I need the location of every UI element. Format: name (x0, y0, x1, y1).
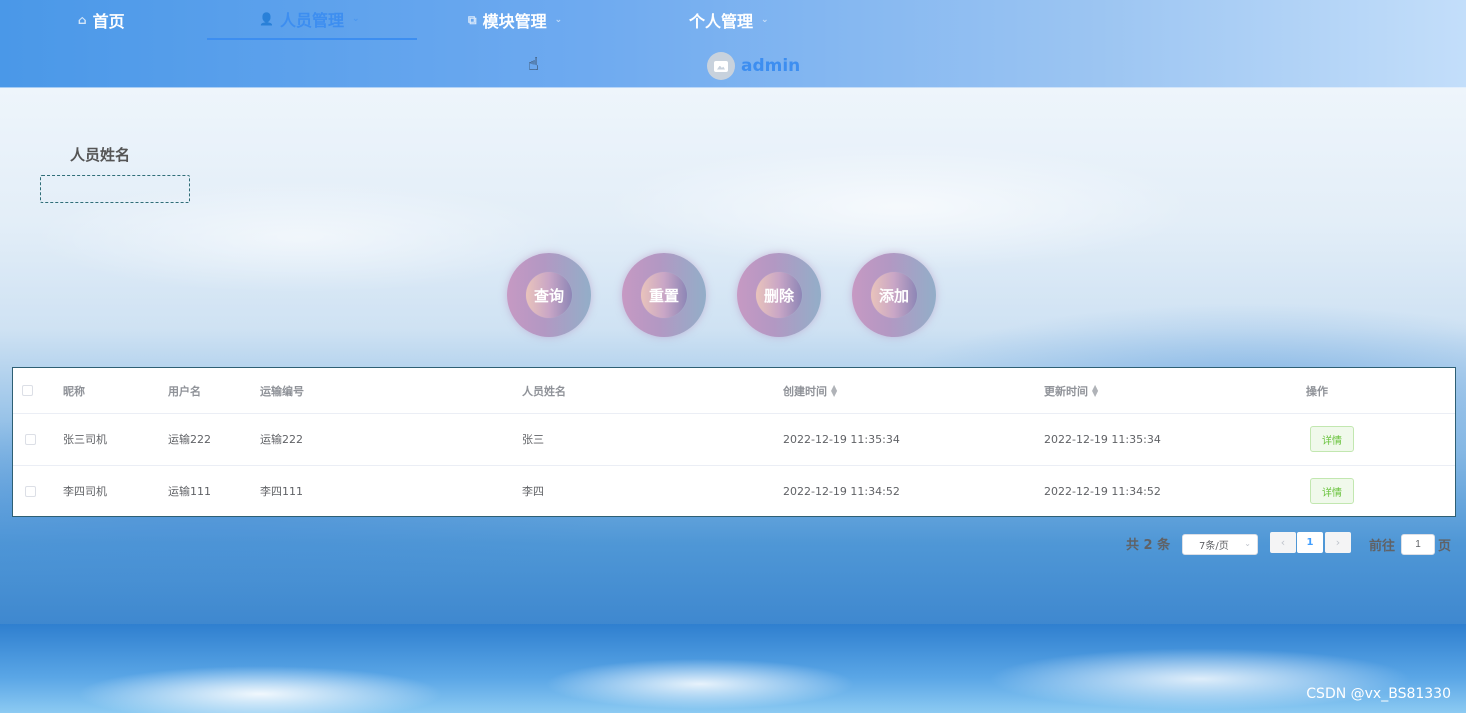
goto-page-input[interactable] (1401, 534, 1435, 555)
col-name: 人员姓名 (522, 384, 566, 398)
name-search-input[interactable] (40, 175, 190, 203)
nav-personnel-label: 人员管理 (279, 11, 344, 30)
col-created-label: 创建时间 (783, 384, 827, 398)
chevron-left-icon: ‹ (1280, 536, 1286, 549)
page-size-select[interactable]: 7条/页 ⌄ (1182, 534, 1258, 555)
reset-button-label: 重置 (641, 272, 687, 318)
select-all-checkbox[interactable] (22, 368, 33, 413)
delete-button[interactable]: 删除 (737, 253, 821, 337)
col-action: 操作 (1306, 384, 1328, 398)
goto-suffix: 页 (1438, 538, 1452, 554)
cell-transport-no: 运输222 (260, 433, 303, 446)
table-row: 张三司机 运输222 运输222 张三 2022-12-19 11:35:34 … (13, 413, 1455, 466)
cell-username: 运输111 (168, 485, 211, 498)
chevron-down-icon: ⌄ (761, 15, 769, 25)
cell-created: 2022-12-19 11:35:34 (783, 432, 900, 446)
row-checkbox[interactable] (25, 465, 36, 517)
background-clouds (0, 624, 1466, 713)
user-icon: 👤 (259, 12, 274, 26)
name-field-label: 人员姓名 (70, 146, 131, 164)
page-size-value: 7条/页 (1199, 541, 1229, 552)
col-updated-label: 更新时间 (1044, 384, 1088, 398)
sort-icon[interactable]: ▲ ▼ (831, 383, 837, 397)
chevron-down-icon: ⌄ (351, 14, 360, 24)
nav-personal-label: 个人管理 (689, 12, 754, 31)
nav-personal[interactable]: 个人管理 ⌄ (689, 0, 769, 40)
cell-nickname: 李四司机 (63, 485, 107, 498)
cell-updated: 2022-12-19 11:35:34 (1044, 432, 1161, 446)
query-button[interactable]: 查询 (507, 253, 591, 337)
nav-home[interactable]: ⌂ 首页 (78, 0, 125, 40)
col-username: 用户名 (168, 384, 201, 398)
pagination-total: 共 2 条 (1126, 537, 1171, 553)
table-header-row: 昵称 用户名 运输编号 人员姓名 创建时间 ▲ ▼ 更新时间 ▲ ▼ 操作 (13, 368, 1455, 414)
detail-cell: 详情 (1310, 413, 1354, 465)
cell-username: 运输222 (168, 433, 211, 446)
cell-nickname: 张三司机 (63, 433, 107, 446)
detail-button[interactable]: 详情 (1310, 478, 1354, 504)
top-header: ⌂ 首页 👤 人员管理 ⌄ ⧉ 模块管理 ⌄ 个人管理 ⌄ admin ☝ (0, 0, 1466, 88)
page-number-1[interactable]: 1 (1297, 532, 1323, 553)
cell-created: 2022-12-19 11:34:52 (783, 484, 900, 498)
col-updated[interactable]: 更新时间 ▲ ▼ (1044, 368, 1098, 413)
chevron-right-icon: › (1335, 536, 1341, 549)
nav-modules[interactable]: ⧉ 模块管理 ⌄ (468, 0, 562, 40)
copy-icon: ⧉ (468, 12, 477, 27)
cell-updated: 2022-12-19 11:34:52 (1044, 484, 1161, 498)
personnel-table: 昵称 用户名 运输编号 人员姓名 创建时间 ▲ ▼ 更新时间 ▲ ▼ 操作 张三司机… (12, 367, 1456, 517)
avatar (707, 52, 735, 80)
home-icon: ⌂ (78, 13, 87, 27)
reset-button[interactable]: 重置 (622, 253, 706, 337)
chevron-down-icon: ⌄ (554, 15, 563, 25)
nav-personnel[interactable]: 👤 人员管理 ⌄ (207, 0, 417, 40)
image-icon (714, 60, 728, 72)
add-button[interactable]: 添加 (852, 253, 936, 337)
table-row: 李四司机 运输111 李四111 李四 2022-12-19 11:34:52 … (13, 465, 1455, 517)
query-button-label: 查询 (526, 272, 572, 318)
next-page-button[interactable]: › (1325, 532, 1351, 553)
goto-prefix: 前往 (1369, 538, 1396, 554)
watermark: CSDN @vx_BS81330 (1306, 686, 1451, 702)
detail-button[interactable]: 详情 (1310, 426, 1354, 452)
mouse-pointer-icon: ☝ (528, 54, 539, 75)
add-button-label: 添加 (871, 272, 917, 318)
prev-page-button[interactable]: ‹ (1270, 532, 1296, 553)
col-nickname: 昵称 (63, 384, 85, 398)
cell-name: 李四 (522, 485, 544, 498)
detail-cell: 详情 (1310, 465, 1354, 517)
user-menu[interactable]: admin (707, 51, 800, 81)
row-checkbox[interactable] (25, 413, 36, 465)
chevron-down-icon: ⌄ (1244, 539, 1251, 548)
cell-transport-no: 李四111 (260, 485, 303, 498)
nav-modules-label: 模块管理 (482, 12, 547, 31)
col-transport-no: 运输编号 (260, 384, 304, 398)
col-created[interactable]: 创建时间 ▲ ▼ (783, 368, 837, 413)
sort-icon[interactable]: ▲ ▼ (1092, 383, 1098, 397)
cell-name: 张三 (522, 433, 544, 446)
username: admin (741, 56, 801, 76)
delete-button-label: 删除 (756, 272, 802, 318)
nav-home-label: 首页 (92, 12, 125, 31)
